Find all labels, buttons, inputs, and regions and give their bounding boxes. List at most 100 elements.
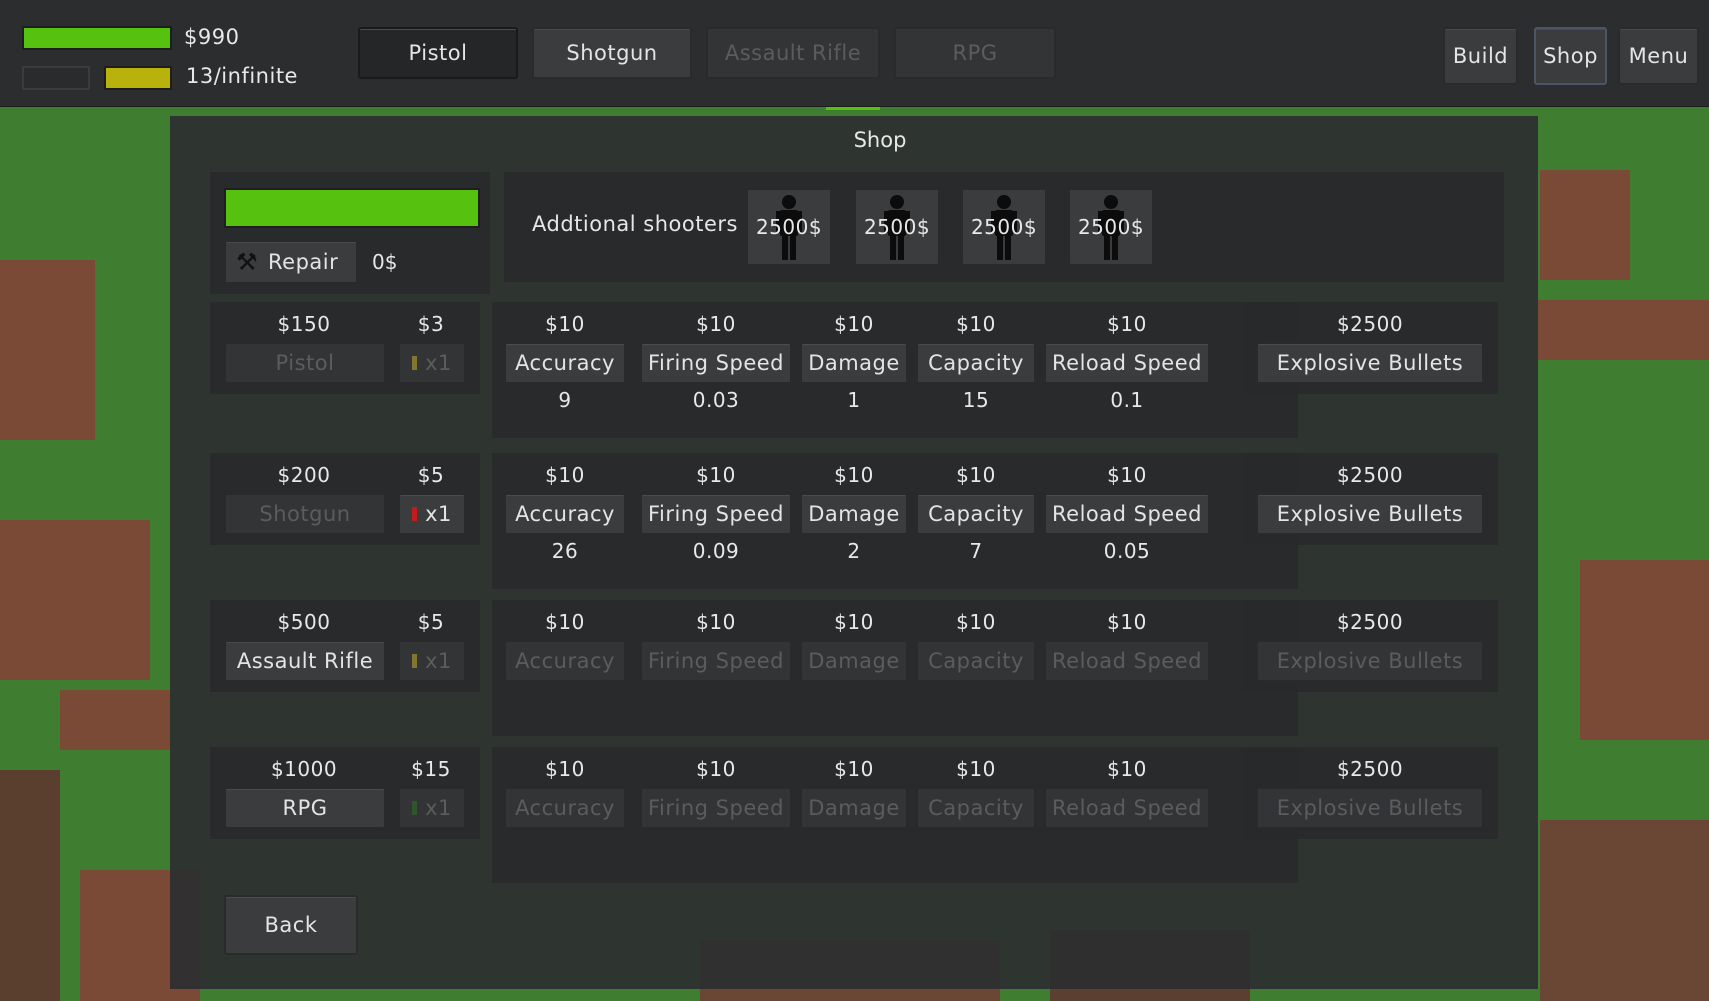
shooter-price-3: 2500$ [970,215,1038,239]
buy-weapon-button[interactable]: Shotgun [224,493,386,535]
upgrade-accuracy-button[interactable]: Accuracy [504,640,626,682]
ammo-icon [412,801,418,815]
upgrade-price-reload-speed: $10 [1107,312,1147,336]
repair-label: Repair [268,250,339,274]
base-health-bar [224,188,480,228]
stat-firing-speed: 0.09 [692,539,740,563]
build-button[interactable]: Build [1443,27,1518,85]
upgrade-firing-speed-button[interactable]: Firing Speed [640,342,792,384]
upgrade-reload-speed-button[interactable]: Reload Speed [1044,493,1210,535]
stat-accuracy: 9 [558,388,572,412]
upgrade-damage-button[interactable]: Damage [800,640,908,682]
shooter-slot-2[interactable]: 2500$ [854,188,940,266]
upgrade-accuracy-button[interactable]: Accuracy [504,342,626,384]
upgrade-price-firing-speed: $10 [696,463,736,487]
buy-weapon-button[interactable]: Pistol [224,342,386,384]
stat-reload-speed: 0.1 [1110,388,1144,412]
repair-cost: 0$ [372,250,398,274]
special-price: $2500 [1336,757,1404,781]
tab-shotgun[interactable]: Shotgun [532,27,692,79]
shooter-slot-1[interactable]: 2500$ [746,188,832,266]
ammo-price: $3 [417,312,445,336]
stat-accuracy: 26 [551,539,579,563]
upgrade-price-accuracy: $10 [545,463,585,487]
tab-rpg[interactable]: RPG [894,27,1056,79]
upgrade-price-firing-speed: $10 [696,757,736,781]
tab-assault-rifle[interactable]: Assault Rifle [706,27,880,79]
explosive-bullets-button[interactable]: Explosive Bullets [1256,787,1484,829]
upgrade-price-damage: $10 [834,463,874,487]
buy-ammo-button[interactable]: x1 [398,493,466,535]
upgrade-price-damage: $10 [834,610,874,634]
upgrade-reload-speed-button[interactable]: Reload Speed [1044,640,1210,682]
ammo-icon [412,507,418,521]
shooters-label: Addtional shooters : [532,212,753,236]
menu-button[interactable]: Menu [1618,27,1699,85]
weapon-price: $500 [277,610,331,634]
ammo-qty-label: x1 [425,351,452,375]
stat-capacity: 15 [962,388,990,412]
stat-damage: 2 [847,539,861,563]
tools-icon: ⚒ [236,248,259,276]
ammo-qty-label: x1 [425,502,452,526]
reload-bar-empty [22,66,90,90]
ammo-qty-label: x1 [425,796,452,820]
stat-capacity: 7 [969,539,983,563]
upgrade-firing-speed-button[interactable]: Firing Speed [640,493,792,535]
upgrade-price-accuracy: $10 [545,757,585,781]
special-price: $2500 [1336,463,1404,487]
shooter-slot-3[interactable]: 2500$ [961,188,1047,266]
back-button[interactable]: Back [224,895,358,955]
upgrade-damage-button[interactable]: Damage [800,787,908,829]
top-hud-bar: $990 13/infinite Pistol Shotgun Assault … [0,0,1709,107]
special-price: $2500 [1336,312,1404,336]
explosive-bullets-button[interactable]: Explosive Bullets [1256,342,1484,384]
upgrade-price-accuracy: $10 [545,610,585,634]
ammo-icon [412,654,418,668]
explosive-bullets-button[interactable]: Explosive Bullets [1256,640,1484,682]
ammo-price: $5 [417,610,445,634]
upgrade-price-accuracy: $10 [545,312,585,336]
buy-weapon-button[interactable]: RPG [224,787,386,829]
upgrade-capacity-button[interactable]: Capacity [916,787,1036,829]
upgrade-capacity-button[interactable]: Capacity [916,493,1036,535]
explosive-bullets-button[interactable]: Explosive Bullets [1256,493,1484,535]
shooter-price-2: 2500$ [863,215,931,239]
health-bar [22,26,172,50]
upgrade-price-firing-speed: $10 [696,610,736,634]
upgrade-firing-speed-button[interactable]: Firing Speed [640,787,792,829]
shop-panel: Shop ⚒ Repair 0$ Addtional shooters : 25… [170,116,1538,989]
shop-button[interactable]: Shop [1534,27,1607,85]
upgrade-capacity-button[interactable]: Capacity [916,640,1036,682]
buy-ammo-button[interactable]: x1 [398,342,466,384]
stat-firing-speed: 0.03 [692,388,740,412]
ammo-price: $5 [417,463,445,487]
upgrade-price-reload-speed: $10 [1107,463,1147,487]
buy-ammo-button[interactable]: x1 [398,640,466,682]
upgrade-price-capacity: $10 [956,312,996,336]
upgrade-accuracy-button[interactable]: Accuracy [504,787,626,829]
upgrade-price-reload-speed: $10 [1107,757,1147,781]
weapon-price: $200 [277,463,331,487]
upgrade-reload-speed-button[interactable]: Reload Speed [1044,342,1210,384]
upgrade-price-capacity: $10 [956,463,996,487]
upgrade-capacity-button[interactable]: Capacity [916,342,1036,384]
shooter-price-1: 2500$ [755,215,823,239]
tab-pistol[interactable]: Pistol [358,27,518,79]
shooter-slot-4[interactable]: 2500$ [1068,188,1154,266]
upgrade-damage-button[interactable]: Damage [800,493,908,535]
shop-title: Shop [853,128,907,152]
upgrade-price-firing-speed: $10 [696,312,736,336]
upgrade-reload-speed-button[interactable]: Reload Speed [1044,787,1210,829]
buy-weapon-button[interactable]: Assault Rifle [224,640,386,682]
upgrade-accuracy-button[interactable]: Accuracy [504,493,626,535]
stat-reload-speed: 0.05 [1103,539,1151,563]
upgrade-firing-speed-button[interactable]: Firing Speed [640,640,792,682]
ammo-qty-label: x1 [425,649,452,673]
upgrade-price-capacity: $10 [956,610,996,634]
shooter-price-4: 2500$ [1077,215,1145,239]
upgrade-damage-button[interactable]: Damage [800,342,908,384]
repair-button[interactable]: ⚒ Repair [224,240,358,284]
upgrade-price-damage: $10 [834,312,874,336]
buy-ammo-button[interactable]: x1 [398,787,466,829]
